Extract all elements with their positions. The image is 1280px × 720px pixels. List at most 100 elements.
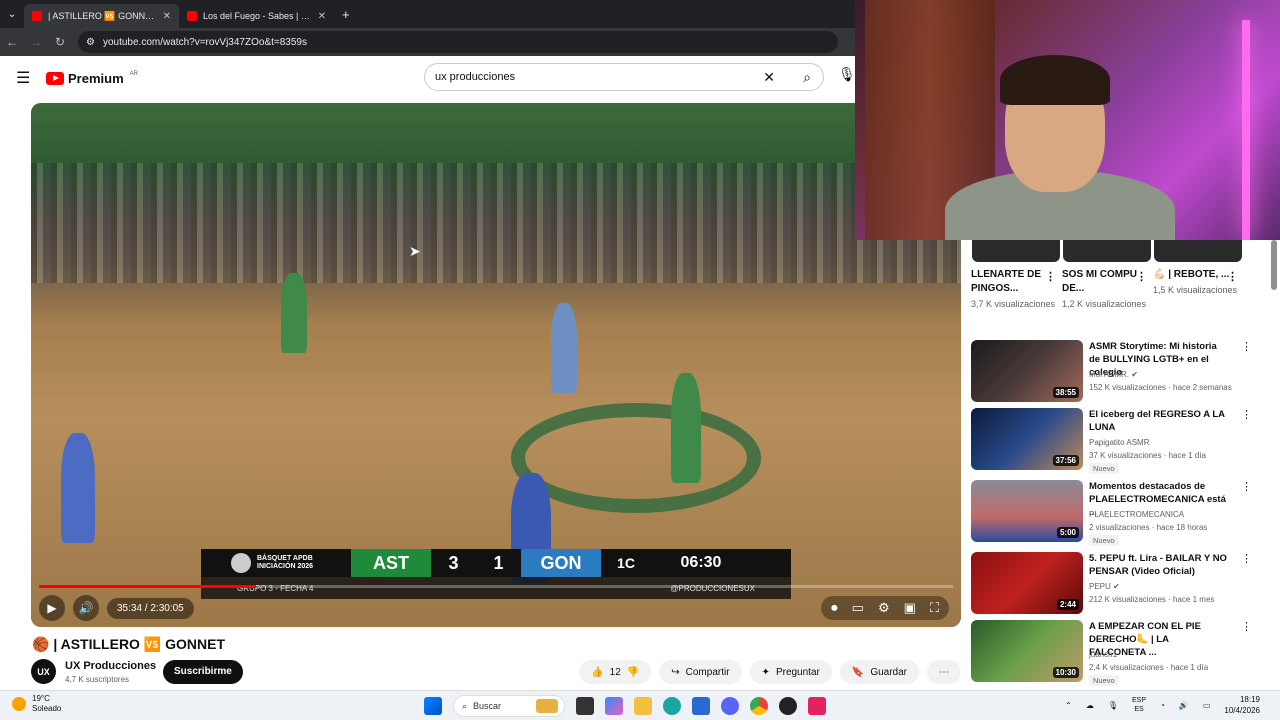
- url-field[interactable]: ⚙ youtube.com/watch?v=rovVj347ZOo&t=8359…: [78, 31, 838, 53]
- fullscreen-icon[interactable]: ⛶: [930, 600, 939, 616]
- scoreboard: BÁSQUET APDB INICIACIÓN 2026 AST 3 1 GON …: [201, 549, 791, 577]
- youtube-favicon-icon: [32, 11, 42, 21]
- channel-name: Mol ASMR.: [1089, 370, 1130, 379]
- lang-line1: ESP: [1132, 697, 1147, 704]
- kebab-menu-icon[interactable]: ⋮: [1241, 408, 1252, 421]
- short-card[interactable]: SOS MI COMPU DE... 1,2 K visualizaciones…: [1062, 268, 1147, 310]
- weather-widget[interactable]: 19°C Soleado: [12, 694, 61, 714]
- kebab-menu-icon[interactable]: ⋮: [1227, 270, 1238, 284]
- clear-search-icon[interactable]: ✕: [763, 69, 775, 86]
- verified-icon: ✔: [1131, 370, 1138, 379]
- chrome-icon[interactable]: [750, 697, 768, 715]
- league-line2: INICIACIÓN 2026: [257, 563, 314, 570]
- volume-icon[interactable]: 🔊: [73, 595, 99, 621]
- back-arrow-icon[interactable]: ←: [0, 35, 24, 49]
- recommendation-item[interactable]: 2:44 5. PEPU ft. Lira - BAILAR Y NO PENS…: [971, 552, 1252, 616]
- youtube-favicon-icon: [187, 11, 197, 21]
- close-tab-icon[interactable]: ✕: [318, 11, 326, 22]
- webcam-overlay: [855, 0, 1280, 240]
- wifi-icon[interactable]: ◔: [1160, 701, 1165, 710]
- video-thumbnail[interactable]: 10:30: [971, 620, 1083, 682]
- forward-arrow-icon[interactable]: →: [24, 35, 48, 49]
- settings-gear-icon[interactable]: ⚙: [878, 600, 890, 616]
- share-button[interactable]: ↪ Compartir: [659, 660, 742, 684]
- short-thumbnail[interactable]: [1063, 240, 1151, 262]
- search-value: ux producciones: [435, 71, 516, 83]
- tab-astillero[interactable]: | ASTILLERO 🆚 GONNET - ✕: [24, 4, 179, 28]
- recommendation-channel: Mol ASMR. ✔: [1089, 370, 1138, 379]
- site-info-icon[interactable]: ⚙: [86, 37, 95, 48]
- kebab-menu-icon[interactable]: ⋮: [1241, 620, 1252, 633]
- clock[interactable]: 18:19 10/4/2026: [1224, 694, 1260, 716]
- progress-bar[interactable]: [39, 585, 953, 588]
- more-actions-button[interactable]: ⋯: [927, 660, 961, 684]
- subscribe-button[interactable]: Suscribirme: [163, 660, 243, 684]
- search-icon[interactable]: ⌕: [803, 69, 811, 86]
- reload-icon[interactable]: ↻: [48, 35, 72, 49]
- chevron-up-icon[interactable]: ⌃: [1065, 701, 1072, 710]
- network-cloud-icon[interactable]: ☁: [1086, 701, 1094, 710]
- recommendation-item[interactable]: 5:00 Momentos destacados de PLAELECTROME…: [971, 480, 1252, 546]
- ask-button[interactable]: ✦ Preguntar: [749, 660, 832, 684]
- short-thumbnail[interactable]: [1154, 240, 1242, 262]
- video-thumbnail[interactable]: 2:44: [971, 552, 1083, 614]
- channel-row: UX UX Producciones 4,7 K suscriptores Su…: [31, 659, 961, 685]
- channel-name[interactable]: UX Producciones: [65, 660, 156, 672]
- like-dislike-button[interactable]: 👍 12 👎: [579, 660, 652, 684]
- theater-mode-icon[interactable]: ▣: [904, 600, 916, 616]
- duration-badge: 2:44: [1056, 599, 1079, 610]
- thumbs-up-icon[interactable]: 👍: [591, 667, 603, 678]
- kebab-menu-icon[interactable]: ⋮: [1241, 480, 1252, 493]
- kebab-menu-icon[interactable]: ⋮: [1241, 340, 1252, 353]
- video-thumbnail[interactable]: 38:55: [971, 340, 1083, 402]
- new-tab-button[interactable]: +: [342, 7, 350, 22]
- input-language[interactable]: ESP ES: [1132, 696, 1146, 714]
- kebab-menu-icon[interactable]: ⋮: [1241, 552, 1252, 565]
- short-card[interactable]: 💪🏻 | REBOTE, ... 1,5 K visualizaciones ⋮: [1153, 268, 1238, 310]
- clock-date: 10/4/2026: [1224, 706, 1260, 715]
- recommendation-item[interactable]: 38:55 ASMR Storytime: Mi historia de BUL…: [971, 340, 1252, 404]
- close-tab-icon[interactable]: ✕: [163, 11, 171, 22]
- microphone-icon[interactable]: 🎙: [1108, 701, 1118, 710]
- play-icon[interactable]: ▶: [39, 595, 65, 621]
- kebab-menu-icon[interactable]: ⋮: [1045, 270, 1056, 284]
- recommendation-channel: PEPU ✔: [1089, 582, 1120, 591]
- obs-icon[interactable]: [779, 697, 797, 715]
- subtitles-icon[interactable]: ▭: [852, 600, 864, 616]
- page-scrollbar[interactable]: [1271, 240, 1277, 290]
- battery-icon[interactable]: ▭: [1203, 701, 1211, 710]
- lang-line2: ES: [1134, 706, 1144, 713]
- menu-icon[interactable]: ☰: [16, 68, 32, 88]
- tab-list-icon[interactable]: ⌄: [0, 9, 24, 20]
- channel-avatar[interactable]: UX: [31, 659, 56, 684]
- copilot-icon[interactable]: [605, 697, 623, 715]
- search-input[interactable]: ux producciones ✕ ⌕: [424, 63, 824, 91]
- kebab-menu-icon[interactable]: ⋮: [1136, 270, 1147, 284]
- tab-los-del-fuego[interactable]: Los del Fuego - Sabes | Exito de ✕: [179, 4, 334, 28]
- task-view-icon[interactable]: [576, 697, 594, 715]
- autoplay-toggle-icon[interactable]: ⏺: [831, 600, 838, 616]
- thumbs-down-icon[interactable]: 👎: [627, 667, 639, 678]
- windows-start-icon[interactable]: [424, 697, 442, 715]
- video-thumbnail[interactable]: 5:00: [971, 480, 1083, 542]
- file-explorer-icon[interactable]: [634, 697, 652, 715]
- youtube-logo[interactable]: Premium AR: [46, 71, 138, 86]
- recommendation-item[interactable]: 37:56 El iceberg del REGRESO A LA LUNA P…: [971, 408, 1252, 474]
- edge-icon[interactable]: [663, 697, 681, 715]
- recommendation-item[interactable]: 10:30 A EMPEZAR CON EL PIE DERECHO🦶 | LA…: [971, 620, 1252, 686]
- volume-icon[interactable]: 🔊: [1179, 701, 1189, 710]
- video-thumbnail[interactable]: 37:56: [971, 408, 1083, 470]
- save-button[interactable]: 🔖 Guardar: [839, 660, 919, 684]
- duration-badge: 38:55: [1052, 387, 1079, 398]
- tiktok-icon[interactable]: [808, 697, 826, 715]
- short-thumbnail[interactable]: [972, 240, 1060, 262]
- share-label: Compartir: [685, 666, 730, 678]
- subscriber-count: 4,7 K suscriptores: [65, 675, 130, 684]
- store-icon[interactable]: [692, 697, 710, 715]
- discord-icon[interactable]: [721, 697, 739, 715]
- taskbar-search[interactable]: ⌕ Buscar: [453, 695, 565, 717]
- duration-badge: 37:56: [1052, 455, 1079, 466]
- microphone-icon[interactable]: 🎙: [838, 66, 856, 83]
- video-player[interactable]: BÁSQUET APDB INICIACIÓN 2026 AST 3 1 GON …: [31, 103, 961, 627]
- short-card[interactable]: LLENARTE DE PINGOS... 3,7 K visualizacio…: [971, 268, 1056, 310]
